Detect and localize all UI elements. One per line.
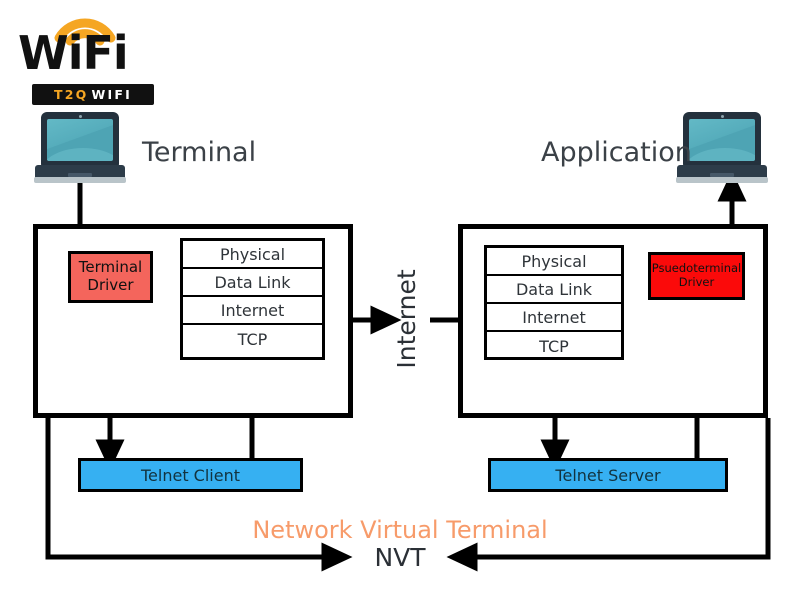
laptop-lid [41, 112, 119, 166]
telnet-client-box[interactable]: Telnet Client [78, 458, 303, 492]
laptop-screen [47, 119, 113, 161]
nvt-title-label: Network Virtual Terminal [252, 516, 548, 544]
left-stack-layer-physical[interactable]: Physical [183, 241, 322, 269]
terminal-driver-line2: Driver [87, 276, 134, 294]
internet-label: Internet [392, 269, 421, 369]
right-stack-layer-data-link[interactable]: Data Link [487, 276, 621, 304]
laptop-base [676, 177, 768, 183]
right-stack-layer-physical[interactable]: Physical [487, 248, 621, 276]
laptop-screen [689, 119, 755, 161]
right-stack-layer-tcp[interactable]: TCP [487, 332, 621, 360]
pseudoterminal-driver-box[interactable]: Psuedoterminal Driver [648, 252, 745, 300]
right-protocol-stack: Physical Data Link Internet TCP [484, 245, 624, 360]
left-stack-layer-tcp[interactable]: TCP [183, 325, 322, 353]
laptop-camera-icon [78, 115, 82, 118]
nvt-abbrev-label: NVT [374, 543, 426, 572]
diagram-canvas: WiFi T2Q WIFI Terminal Application Termi… [0, 0, 800, 600]
pseudoterminal-driver-line1: Psuedoterminal [651, 261, 742, 276]
laptop-lid [683, 112, 761, 166]
telnet-server-box[interactable]: Telnet Server [488, 458, 728, 492]
terminal-laptop-icon [34, 112, 126, 184]
terminal-label: Terminal [142, 137, 257, 168]
terminal-driver-box[interactable]: Terminal Driver [68, 251, 153, 303]
laptop-camera-icon [720, 115, 724, 118]
laptop-base [34, 177, 126, 183]
left-stack-layer-internet[interactable]: Internet [183, 297, 322, 325]
right-stack-layer-internet[interactable]: Internet [487, 304, 621, 332]
terminal-driver-line1: Terminal [78, 258, 143, 277]
left-stack-layer-data-link[interactable]: Data Link [183, 269, 322, 297]
pseudoterminal-driver-line2: Driver [678, 275, 715, 289]
left-protocol-stack: Physical Data Link Internet TCP [180, 238, 325, 360]
application-label: Application [541, 137, 692, 168]
